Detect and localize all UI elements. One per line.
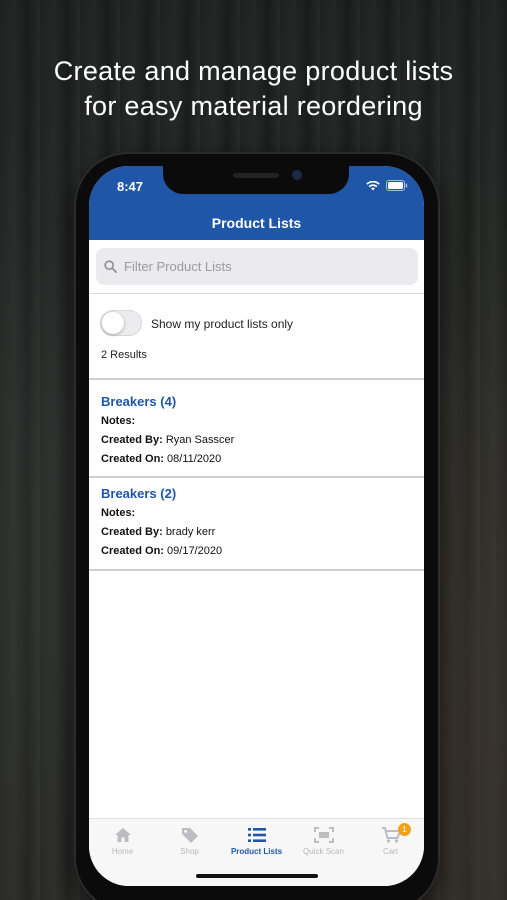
wifi-icon: [366, 180, 380, 190]
product-list-title[interactable]: Breakers (4): [101, 394, 176, 409]
created-by-value: Ryan Sasscer: [165, 434, 235, 446]
tab-cart-label: Cart: [382, 847, 399, 856]
created-on-value: 08/11/2020: [167, 453, 222, 465]
created-on-row: Created On: 09/17/2020: [101, 545, 222, 557]
speaker-grille: [233, 173, 279, 178]
tab-product-lists-label: Product Lists: [230, 847, 283, 856]
tab-home-label: Home: [111, 847, 134, 856]
cart-badge: 1: [398, 823, 411, 836]
app-header: 8:47 Product Lists: [89, 166, 424, 240]
search-input[interactable]: [124, 248, 409, 285]
product-list-item[interactable]: Breakers (2) Notes: Created By: brady ke…: [89, 478, 424, 570]
created-by-value: brady kerr: [165, 526, 216, 538]
created-on-value: 09/17/2020: [167, 545, 223, 557]
created-by-row: Created By: brady kerr: [101, 526, 215, 538]
search-icon: [104, 260, 117, 273]
promo-headline-line-1: Create and manage product lists: [53, 56, 454, 86]
created-by-label: Created By:: [101, 434, 163, 446]
battery-icon: [386, 180, 408, 191]
tab-quick-scan-label: Quick Scan: [303, 847, 344, 856]
tag-icon: [181, 828, 198, 843]
list-icon: [247, 828, 266, 842]
phone-screen: 8:47 Product Lists Show: [89, 166, 424, 886]
notes-row: Notes:: [101, 507, 135, 519]
promo-headline: Create and manage product lists for easy…: [0, 54, 507, 124]
front-camera: [292, 170, 302, 180]
status-indicators: [366, 180, 408, 191]
notes-row: Notes:: [101, 415, 135, 427]
search-bar: [96, 248, 418, 285]
notes-label: Notes:: [101, 415, 136, 427]
tab-quick-scan[interactable]: Quick Scan: [290, 827, 357, 856]
phone-notch: [163, 166, 349, 194]
created-by-label: Created By:: [101, 526, 163, 538]
tab-shop-label: Shop: [180, 847, 199, 856]
page-title: Product Lists: [211, 215, 302, 231]
created-on-label: Created On:: [101, 453, 164, 465]
created-on-row: Created On: 08/11/2020: [101, 453, 221, 465]
tab-cart[interactable]: 1 Cart: [357, 823, 424, 856]
home-icon: [114, 828, 131, 842]
tab-shop[interactable]: Shop: [156, 827, 223, 856]
status-time: 8:47: [117, 179, 144, 194]
home-indicator: [196, 874, 318, 878]
list-bottom-divider: [89, 569, 424, 571]
notes-label: Notes:: [101, 507, 136, 519]
my-lists-toggle[interactable]: [100, 310, 142, 336]
created-by-row: Created By: Ryan Sasscer: [101, 434, 234, 446]
results-count: 2 Results: [101, 349, 147, 361]
created-on-label: Created On:: [101, 545, 164, 557]
toggle-knob: [102, 312, 124, 334]
product-list-title[interactable]: Breakers (2): [101, 486, 176, 501]
my-lists-toggle-label: Show my product lists only: [151, 317, 294, 331]
promo-headline-line-2: for easy material reordering: [84, 91, 423, 121]
tab-home[interactable]: Home: [89, 827, 156, 856]
tab-product-lists[interactable]: Product Lists: [223, 827, 290, 856]
search-divider: [89, 293, 424, 294]
scan-icon: [313, 827, 334, 843]
product-list-item[interactable]: Breakers (4) Notes: Created By: Ryan Sas…: [89, 380, 424, 472]
